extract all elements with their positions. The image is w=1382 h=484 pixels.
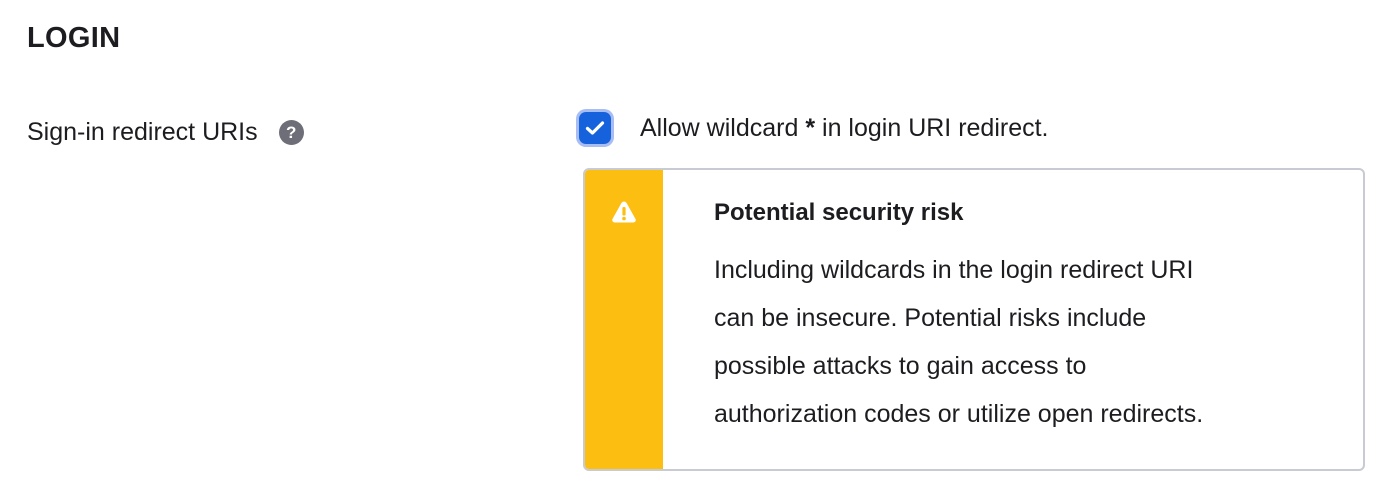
callout-text: Including wildcards in the login redirec… [714, 246, 1304, 438]
label-before: Allow wildcard [640, 114, 806, 142]
callout-text-line: can be insecure. Potential risks include [714, 304, 1147, 332]
warning-icon [612, 201, 636, 223]
callout-text-line: authorization codes or utilize open redi… [714, 400, 1204, 428]
field-label: Sign-in redirect URIs ? [27, 116, 304, 148]
checkmark-icon [585, 121, 605, 135]
section-title: LOGIN [27, 22, 121, 54]
wildcard-symbol: * [805, 114, 816, 142]
callout-text-line: Including wildcards in the login redirec… [714, 256, 1194, 284]
wildcard-checkbox-row[interactable]: Allow wildcard * in login URI redirect. [579, 112, 1049, 144]
callout-text-line: possible attacks to gain access to [714, 352, 1087, 380]
field-label-text: Sign-in redirect URIs [27, 118, 258, 146]
callout-title: Potential security risk [714, 199, 964, 226]
warning-stripe [585, 170, 663, 469]
security-warning-callout: Potential security risk Including wildca… [583, 168, 1365, 471]
label-after: in login URI redirect. [815, 114, 1049, 142]
wildcard-checkbox[interactable] [579, 112, 611, 144]
wildcard-checkbox-label[interactable]: Allow wildcard * in login URI redirect. [640, 112, 1049, 144]
question-mark-icon[interactable]: ? [278, 120, 304, 145]
callout-body: Potential security risk Including wildca… [663, 170, 1304, 469]
